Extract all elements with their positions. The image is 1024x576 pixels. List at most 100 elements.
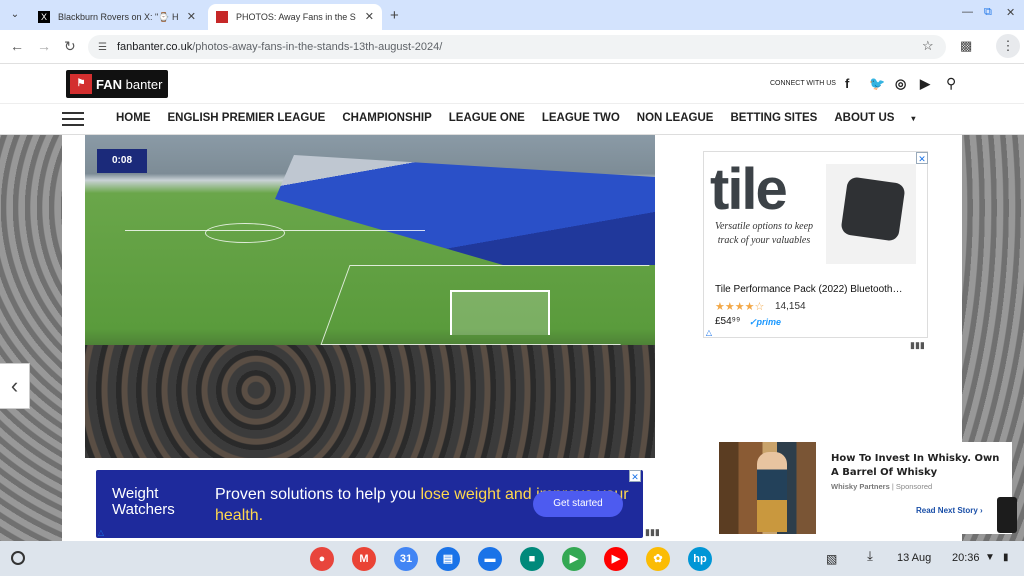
tile-ad[interactable]: tile Versatile options to keep track of … bbox=[703, 151, 928, 338]
logo-text: banter bbox=[122, 76, 163, 92]
tab-blackburn-rovers[interactable]: X Blackburn Rovers on X: "⌚ Ha ✕ bbox=[30, 4, 204, 30]
ad-brand-icon: ▮▮▮ bbox=[910, 340, 925, 350]
close-ad-icon[interactable]: ✕ bbox=[629, 470, 641, 482]
messages-icon[interactable]: ▬ bbox=[478, 547, 502, 571]
forward-icon[interactable]: → bbox=[37, 38, 51, 54]
read-next-story-link[interactable]: Read Next Story › bbox=[916, 506, 983, 515]
nav-about-us-label: ABOUT US bbox=[834, 112, 895, 124]
ww-brand-line1: Weight bbox=[112, 485, 159, 502]
calendar-icon[interactable]: 31 bbox=[394, 547, 418, 571]
site-header: ⚑ FAN banter CONNECT WITH US f 🐦 ◎ ▶ ⚲ H… bbox=[0, 65, 1024, 135]
fanbanter-favicon-icon bbox=[216, 11, 228, 23]
tile-price: £54⁹⁹ bbox=[715, 316, 741, 327]
tile-product-image bbox=[826, 164, 916, 264]
get-started-button[interactable]: Get started bbox=[533, 491, 623, 517]
recommended-story-widget[interactable]: How To Invest In Whisky. Own A Barrel Of… bbox=[719, 442, 1012, 534]
hamburger-menu-icon[interactable] bbox=[62, 112, 84, 126]
instagram-icon[interactable]: ◎ bbox=[895, 76, 906, 92]
previous-arrow-icon[interactable]: ‹ bbox=[0, 363, 30, 409]
photos-icon[interactable]: ✿ bbox=[646, 547, 670, 571]
whisky-barrel-image bbox=[719, 442, 816, 534]
close-ad-icon[interactable]: ✕ bbox=[916, 152, 928, 164]
battery-icon[interactable]: ▮ bbox=[1003, 552, 1009, 563]
url-domain: fanbanter.co.uk bbox=[116, 41, 193, 53]
minimize-icon[interactable]: — bbox=[962, 6, 973, 18]
close-tab-icon[interactable]: ✕ bbox=[187, 10, 196, 23]
hp-icon[interactable]: hp bbox=[688, 547, 712, 571]
rating-stars-icon: ★★★★☆ bbox=[715, 301, 765, 313]
nav-about-us[interactable]: ABOUT US ▾ bbox=[834, 112, 932, 124]
youtube-icon[interactable]: ▶ bbox=[920, 76, 930, 92]
connect-label: CONNECT WITH US bbox=[770, 80, 836, 87]
tab-photos-away-fans[interactable]: PHOTOS: Away Fans in the Sta ✕ bbox=[208, 4, 382, 30]
browser-tab-bar: ⌄ X Blackburn Rovers on X: "⌚ Ha ✕ PHOTO… bbox=[0, 0, 1024, 30]
tab-search-icon[interactable]: ⌄ bbox=[6, 6, 24, 24]
tab-title: PHOTOS: Away Fans in the Sta bbox=[236, 12, 356, 22]
source-name: Whisky Partners bbox=[831, 482, 890, 491]
weight-watchers-ad[interactable]: Weight Watchers Proven solutions to help … bbox=[96, 470, 643, 538]
nav-league-one[interactable]: LEAGUE ONE bbox=[449, 112, 525, 124]
tile-tagline: Versatile options to keep track of your … bbox=[714, 221, 814, 246]
nav-non-league[interactable]: NON LEAGUE bbox=[637, 112, 714, 124]
download-icon[interactable]: ⤓ bbox=[860, 548, 880, 568]
browser-menu-icon[interactable]: ⋮ bbox=[996, 34, 1020, 58]
away-fans-crowd bbox=[85, 345, 655, 458]
youtube-icon[interactable]: ▶ bbox=[604, 547, 628, 571]
logo-text-bold: FAN bbox=[96, 76, 122, 92]
wifi-icon[interactable]: ▼ bbox=[985, 552, 995, 563]
play-store-icon[interactable]: ▶ bbox=[562, 547, 586, 571]
review-count: 14,154 bbox=[775, 301, 806, 312]
new-tab-button[interactable]: + bbox=[390, 7, 399, 24]
os-shelf: ● M 31 ▤ ▬ ■ ▶ ▶ ✿ hp ▧ ⤓ 13 Aug 20:36 ▼ ▮ bbox=[0, 541, 1024, 576]
date[interactable]: 13 Aug bbox=[897, 552, 931, 564]
tab-title: Blackburn Rovers on X: "⌚ Ha bbox=[58, 11, 178, 22]
main-nav: HOME ENGLISH PREMIER LEAGUE CHAMPIONSHIP… bbox=[0, 103, 1024, 135]
bookmark-star-icon[interactable]: ☆ bbox=[922, 38, 934, 54]
chrome-icon[interactable]: ● bbox=[310, 547, 334, 571]
close-tab-icon[interactable]: ✕ bbox=[365, 10, 374, 23]
chevron-down-icon: ▾ bbox=[911, 114, 916, 123]
stadium-photo: 0:08 bbox=[85, 135, 655, 458]
address-bar[interactable]: ☰ fanbanter.co.uk/photos-away-fans-in-th… bbox=[88, 35, 946, 59]
launcher-icon[interactable] bbox=[11, 551, 25, 565]
sponsored-label: Sponsored bbox=[895, 482, 933, 491]
site-info-icon[interactable]: ☰ bbox=[98, 42, 107, 53]
nav-betting-sites[interactable]: BETTING SITES bbox=[730, 112, 817, 124]
nav-english-premier-league[interactable]: ENGLISH PREMIER LEAGUE bbox=[168, 112, 326, 124]
stadium-stand bbox=[275, 155, 655, 265]
nav-home[interactable]: HOME bbox=[116, 112, 151, 124]
recommended-story-title[interactable]: How To Invest In Whisky. Own A Barrel Of… bbox=[831, 452, 1001, 480]
meet-icon[interactable]: ■ bbox=[520, 547, 544, 571]
ww-headline-text: Proven solutions to help you bbox=[215, 486, 421, 503]
scroll-handle[interactable] bbox=[997, 497, 1017, 533]
adchoices-icon[interactable]: △ bbox=[96, 528, 106, 538]
files-icon[interactable]: ▤ bbox=[436, 547, 460, 571]
twitter-icon[interactable]: 🐦 bbox=[869, 76, 885, 92]
nav-league-two[interactable]: LEAGUE TWO bbox=[542, 112, 620, 124]
recommended-story-source: Whisky Partners | Sponsored bbox=[831, 482, 933, 491]
facebook-icon[interactable]: f bbox=[845, 76, 849, 91]
x-logo-icon: X bbox=[38, 11, 50, 23]
extensions-icon[interactable]: ▩ bbox=[960, 38, 972, 54]
gmail-icon[interactable]: M bbox=[352, 547, 376, 571]
browser-toolbar: ← → ↻ ☰ fanbanter.co.uk/photos-away-fans… bbox=[0, 30, 1024, 64]
logo-mark-icon: ⚑ bbox=[70, 74, 92, 94]
prime-badge-icon: ✓prime bbox=[749, 317, 782, 327]
ww-brand: Weight Watchers bbox=[112, 486, 175, 518]
clock[interactable]: 20:36 bbox=[952, 552, 980, 564]
close-window-icon[interactable]: ✕ bbox=[1006, 6, 1015, 19]
tile-product-title[interactable]: Tile Performance Pack (2022) Bluetooth… bbox=[715, 284, 920, 295]
restore-icon[interactable]: ⧉ bbox=[984, 6, 992, 19]
back-icon[interactable]: ← bbox=[10, 38, 24, 54]
tile-logo: tile bbox=[710, 157, 788, 222]
ww-brand-line2: Watchers bbox=[112, 501, 175, 518]
adchoices-icon[interactable]: △ bbox=[704, 328, 714, 338]
nav-championship[interactable]: CHAMPIONSHIP bbox=[342, 112, 431, 124]
reload-icon[interactable]: ↻ bbox=[64, 38, 76, 55]
fanbanter-logo[interactable]: ⚑ FAN banter bbox=[66, 70, 168, 98]
goal-net bbox=[450, 290, 550, 335]
scoreboard: 0:08 bbox=[97, 149, 147, 173]
holding-space-icon[interactable]: ▧ bbox=[826, 552, 837, 566]
search-icon[interactable]: ⚲ bbox=[946, 75, 956, 92]
pitch-circle bbox=[205, 223, 285, 243]
